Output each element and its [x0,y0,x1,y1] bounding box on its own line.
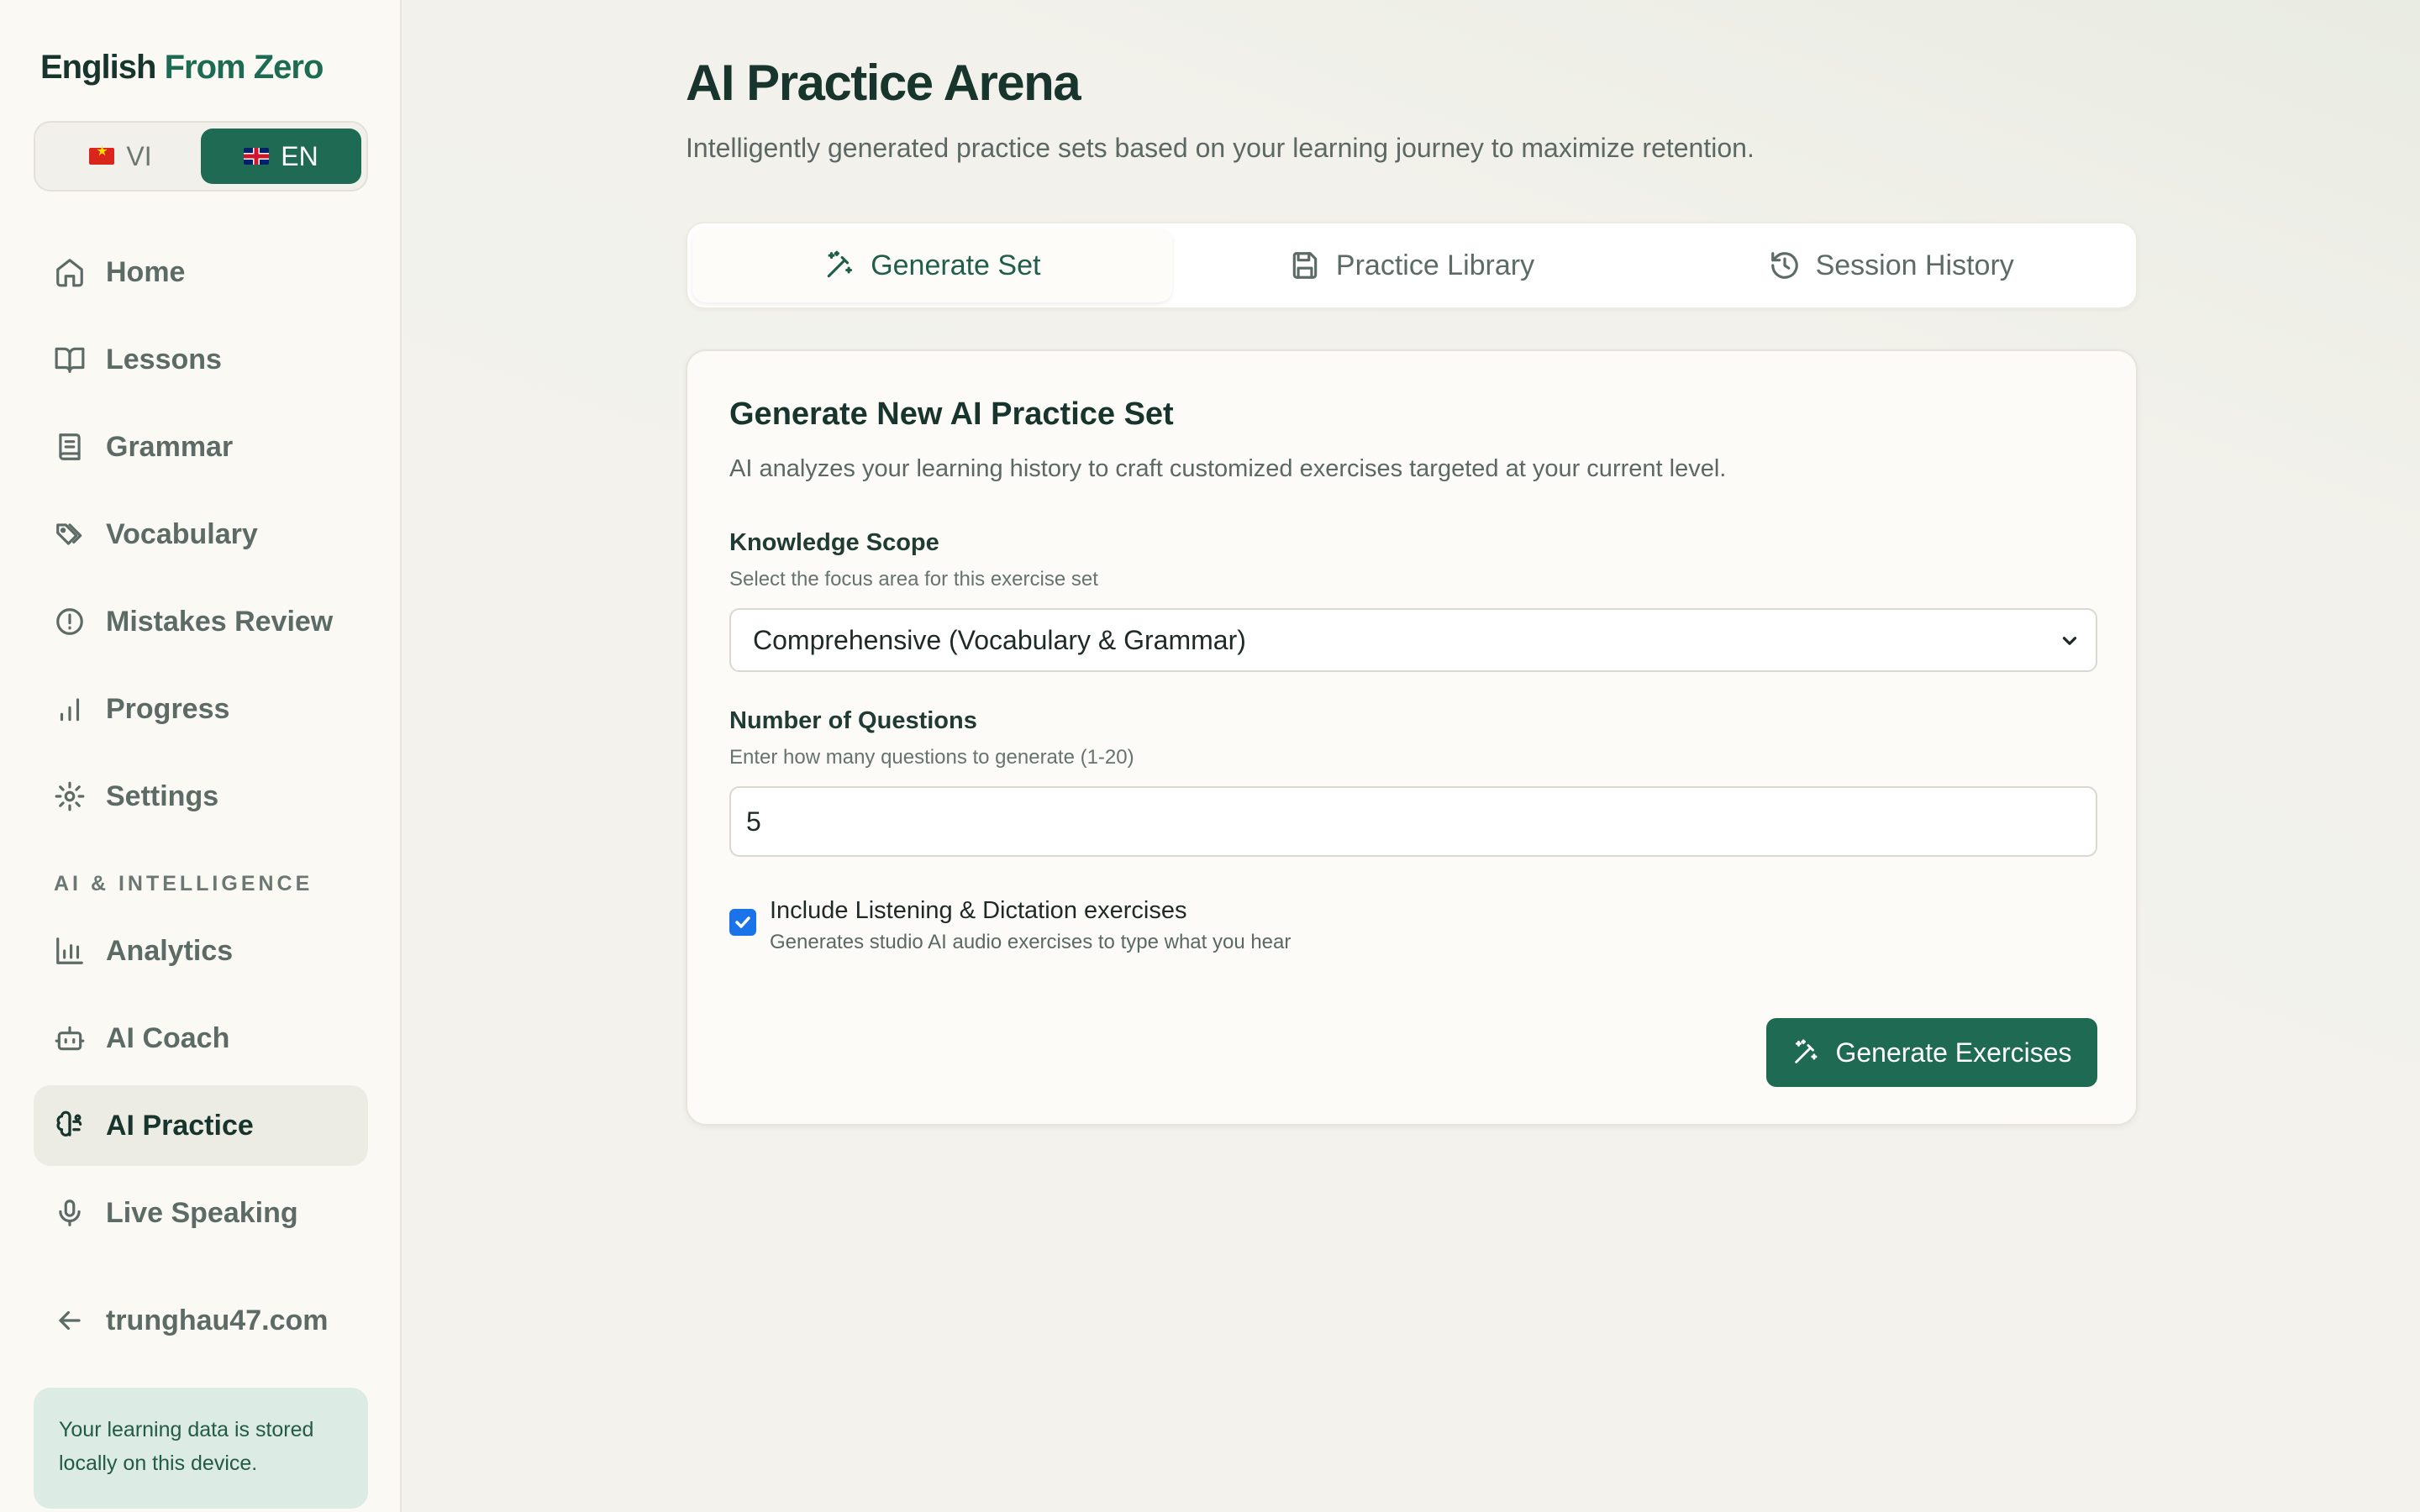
sidebar-item-analytics[interactable]: Analytics [34,911,368,991]
listening-label[interactable]: Include Listening & Dictation exercises [770,897,1186,925]
sidebar-item-live-speaking[interactable]: Live Speaking [34,1173,368,1253]
brand-name-part1: English [40,49,156,86]
scope-label: Knowledge Scope [729,529,939,556]
sidebar-item-ai-coach[interactable]: AI Coach [34,998,368,1079]
uk-flag-icon [244,148,270,165]
language-vi-label: VI [126,140,152,171]
nav-section-title: AI & INTELLIGENCE [54,872,313,895]
alert-circle-icon [56,608,83,635]
save-icon [1292,252,1318,279]
question-count-input[interactable] [729,786,2097,857]
sidebar-item-label: Grammar [106,430,234,463]
tab-bar: Generate Set Practice Library Session Hi… [686,222,2138,309]
back-link-label: trunghau47.com [106,1304,329,1336]
history-icon [1770,252,1798,279]
page-title: AI Practice Arena [686,55,1081,111]
sidebar-item-settings[interactable]: Settings [34,756,368,837]
sidebar-item-vocabulary[interactable]: Vocabulary [34,494,368,575]
tab-session-history[interactable]: Session History [1651,228,2131,302]
bar-chart-icon [60,698,80,722]
tab-label: Practice Library [1335,249,1535,281]
main-nav: Home Lessons Grammar Vocabulary Mistakes… [34,232,368,843]
form-description: AI analyzes your learning history to cra… [729,455,1727,482]
storage-note: Your learning data is stored locally on … [34,1388,368,1509]
chevron-down-icon [2062,637,2077,645]
book-open-icon [55,347,85,373]
tab-practice-library[interactable]: Practice Library [1172,228,1652,302]
language-en-label: EN [281,140,318,171]
listening-hint: Generates studio AI audio exercises to t… [770,931,1292,953]
sidebar-item-label: Lessons [106,343,222,375]
knowledge-scope-select[interactable]: Comprehensive (Vocabulary & Grammar) [729,608,2097,672]
sidebar-item-label: Settings [106,780,219,812]
knowledge-scope-value: Comprehensive (Vocabulary & Grammar) [753,624,1246,655]
brand-name-part2: From Zero [164,49,324,86]
vietnam-flag-icon [89,143,115,165]
sidebar-item-lessons[interactable]: Lessons [34,319,368,400]
wand-icon [827,250,853,278]
checkmark-icon [735,916,750,928]
home-icon [56,259,83,287]
tab-generate-set[interactable]: Generate Set [692,228,1172,302]
brand-logo[interactable]: English From Zero [40,49,324,87]
gear-icon [55,781,85,811]
sidebar-item-label: Analytics [106,934,234,967]
sidebar-item-progress[interactable]: Progress [34,669,368,749]
bot-icon [55,1026,85,1051]
language-en-button[interactable]: EN [201,129,361,184]
count-hint: Enter how many questions to generate (1-… [729,746,1134,769]
language-toggle: VI EN [34,121,368,192]
language-vi-button[interactable]: VI [40,129,201,184]
sidebar-item-home[interactable]: Home [34,232,368,312]
sidebar: English From Zero VI EN Home Lessons Gra… [0,0,402,1512]
book-icon [59,433,81,460]
form-title: Generate New AI Practice Set [729,396,1174,432]
mic-icon [59,1200,81,1226]
scope-hint: Select the focus area for this exercise … [729,568,1098,591]
wand-icon [1795,1039,1818,1063]
generate-form-card: Generate New AI Practice Set AI analyzes… [686,349,2138,1126]
brain-icon [56,1110,82,1137]
arrow-left-icon [59,1310,81,1331]
tags-icon [56,523,82,545]
listening-checkbox[interactable] [729,909,756,936]
sidebar-item-label: AI Practice [106,1109,254,1142]
sidebar-item-label: Home [106,255,186,288]
ai-nav: Analytics AI Coach AI Practice Live Spea… [34,911,368,1260]
tab-label: Generate Set [871,249,1041,281]
generate-exercises-button[interactable]: Generate Exercises [1766,1018,2097,1087]
sidebar-item-label: Progress [106,692,230,725]
sidebar-item-label: Vocabulary [106,517,258,550]
sidebar-item-grammar[interactable]: Grammar [34,407,368,487]
sidebar-item-ai-practice[interactable]: AI Practice [34,1085,368,1166]
sidebar-item-label: Mistakes Review [106,605,334,638]
count-label: Number of Questions [729,707,977,734]
sidebar-item-label: Live Speaking [106,1196,298,1229]
page-subtitle: Intelligently generated practice sets ba… [686,133,1754,163]
sidebar-item-label: AI Coach [106,1021,230,1054]
tab-label: Session History [1815,249,2014,281]
back-link[interactable]: trunghau47.com [34,1280,368,1361]
generate-button-label: Generate Exercises [1835,1037,2072,1068]
sidebar-item-mistakes-review[interactable]: Mistakes Review [34,581,368,662]
analytics-icon [56,937,83,964]
main-content: AI Practice Arena Intelligently generate… [403,0,2420,1512]
